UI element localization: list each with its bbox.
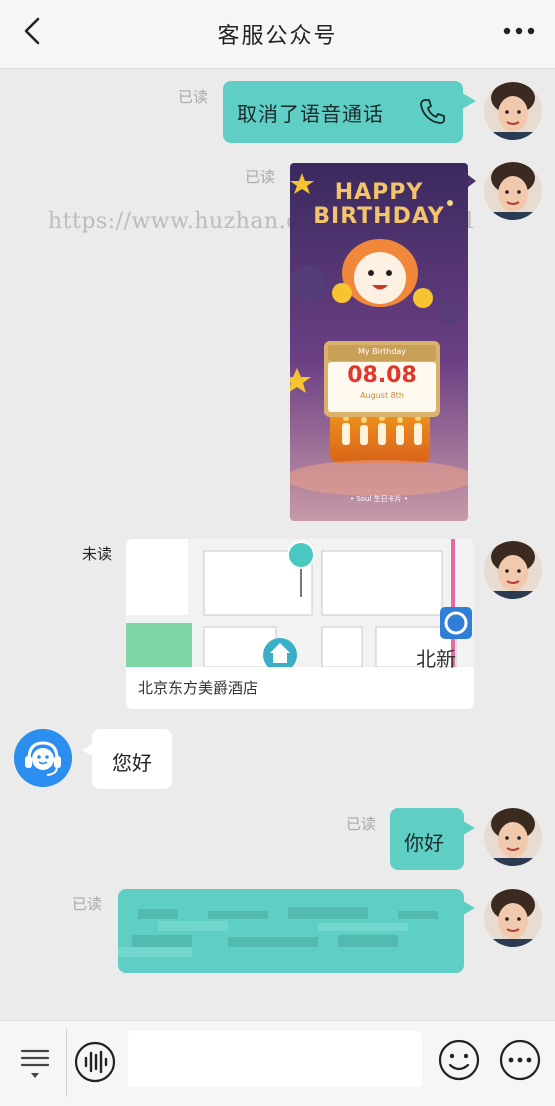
input-bar: [0, 1020, 555, 1106]
message-input[interactable]: [128, 1031, 422, 1087]
headset-agent-icon: [14, 729, 72, 787]
user-avatar[interactable]: [484, 82, 542, 140]
more-options-icon[interactable]: [501, 18, 537, 44]
voice-call-bubble[interactable]: 取消了语音通话: [223, 81, 463, 143]
more-actions-icon[interactable]: [499, 1039, 541, 1081]
user-avatar[interactable]: [484, 808, 542, 866]
card-date: 08.08: [347, 363, 417, 388]
voice-input-icon[interactable]: [74, 1041, 116, 1083]
bubble-tail: [468, 175, 476, 187]
card-footer: • Soul 生日卡片 •: [349, 495, 409, 503]
unread-status: 未读: [82, 545, 113, 563]
birthday-card[interactable]: HAPPY BIRTHDAY My Birthday 08.08 August …: [290, 163, 468, 521]
agent-avatar[interactable]: [14, 729, 72, 787]
bubble-tail: [463, 821, 475, 835]
user-message-bubble[interactable]: 你好: [390, 808, 464, 870]
divider: [66, 1029, 67, 1097]
location-name: 北京东方美爵酒店: [138, 679, 259, 697]
read-status: 已读: [72, 895, 103, 913]
message-text: 你好: [404, 831, 444, 855]
read-status: 已读: [346, 815, 377, 833]
menu-list-icon[interactable]: [18, 1045, 52, 1081]
read-status: 已读: [245, 168, 276, 186]
emoji-icon[interactable]: [438, 1039, 480, 1081]
chat-area[interactable]: 已读 取消了语音通话 https://www.huzhan.com/ishop4…: [0, 69, 555, 1019]
read-status: 已读: [178, 88, 209, 106]
user-avatar[interactable]: [484, 541, 542, 599]
blurred-text: [112, 907, 438, 957]
message-text: 取消了语音通话: [237, 102, 384, 126]
map-label: 北新: [416, 647, 456, 671]
card-title: HAPPY BIRTHDAY: [313, 180, 445, 229]
user-avatar[interactable]: [484, 889, 542, 947]
bubble-tail: [462, 93, 476, 109]
user-avatar[interactable]: [484, 162, 542, 220]
card-subdate: August 8th: [360, 391, 404, 400]
bubble-tail: [463, 901, 475, 915]
page-title: 客服公众号: [217, 24, 338, 49]
message-text: 您好: [112, 751, 152, 775]
agent-message-bubble[interactable]: 您好: [92, 729, 172, 789]
card-label: My Birthday: [357, 347, 407, 356]
top-nav-bar: 客服公众号: [0, 0, 555, 69]
phone-icon: [420, 99, 445, 124]
location-card[interactable]: 北新 北京东方美爵酒店: [126, 539, 474, 709]
blurred-message-bubble[interactable]: [112, 889, 464, 973]
